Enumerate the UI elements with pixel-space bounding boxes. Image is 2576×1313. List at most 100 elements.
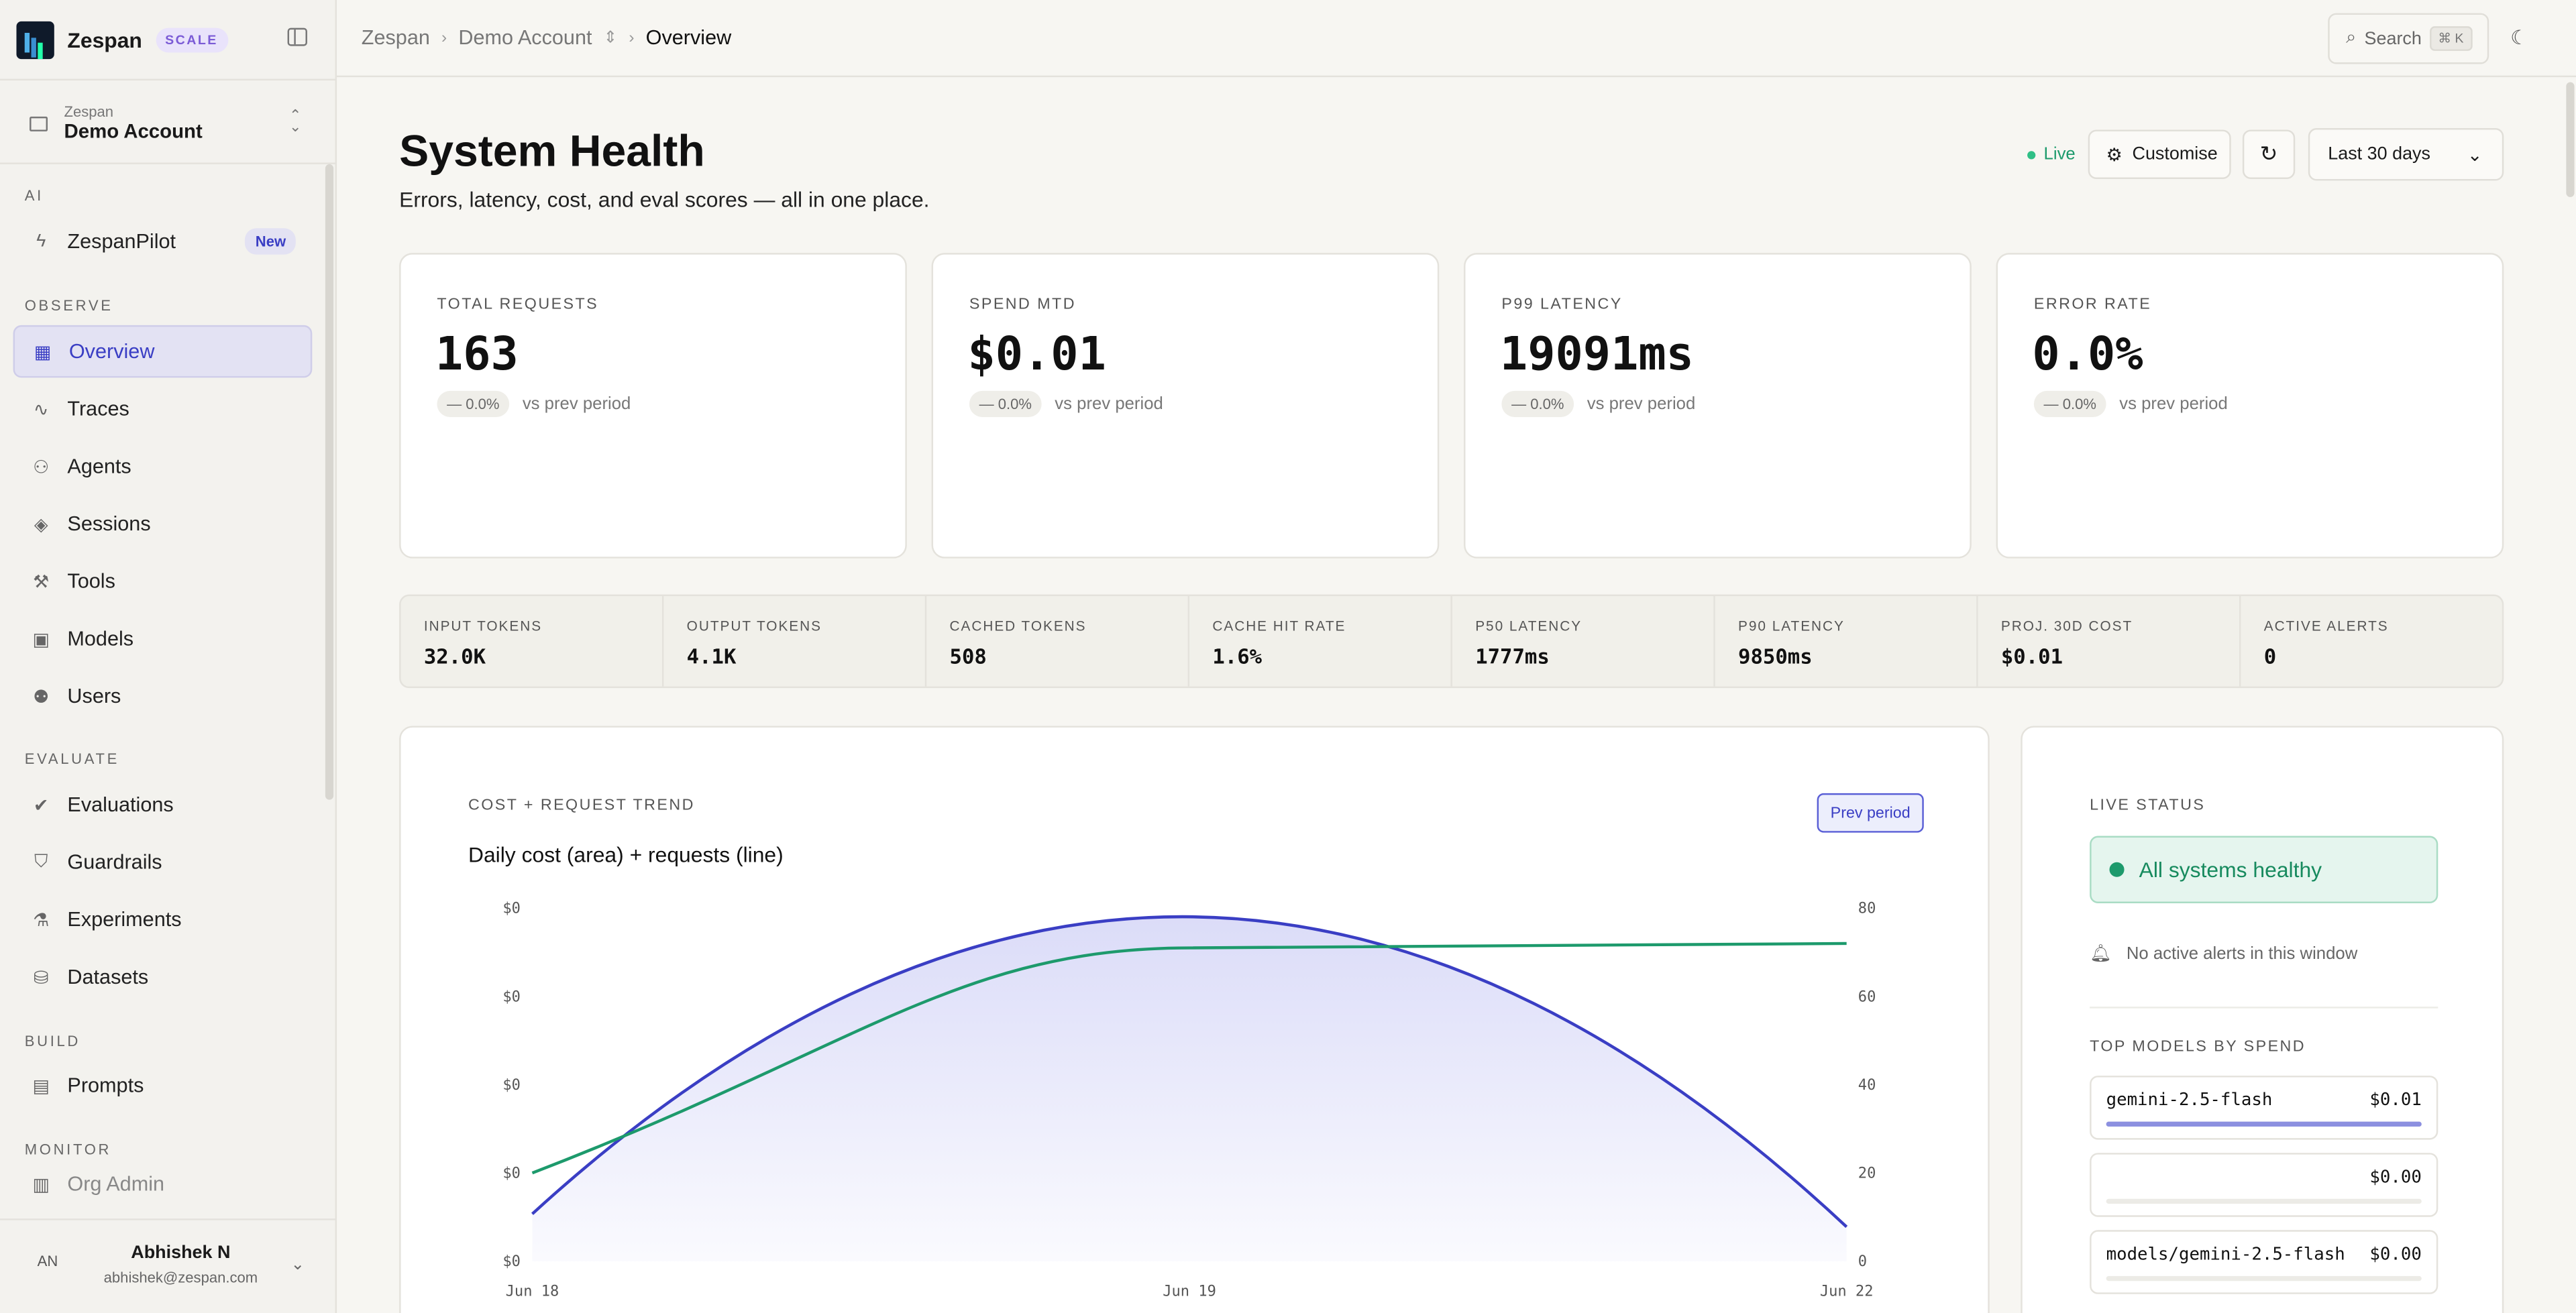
metric-value: 1777ms [1475, 644, 1550, 669]
sidebar-item-label: Models [67, 627, 134, 650]
section-label-evaluate: EVALUATE [24, 750, 120, 767]
section-label-build: BUILD [24, 1033, 81, 1049]
sidebar-scrollbar[interactable] [325, 164, 334, 800]
metric-value: 1.6% [1212, 644, 1263, 669]
section-label-ai: AI [24, 187, 44, 204]
metric-value: 9850ms [1738, 644, 1813, 669]
prev-period-button[interactable]: Prev period [1817, 793, 1924, 833]
metric-value: 0 [2263, 644, 2277, 669]
live-status-card: LIVE STATUS All systems healthy 🔔︎ No ac… [2021, 726, 2504, 1313]
brand-name: Zespan [67, 27, 142, 52]
model-row[interactable]: $0.00 [2090, 1153, 2438, 1217]
metric-label: P50 LATENCY [1475, 617, 1582, 634]
check-icon: ✔ [33, 795, 49, 815]
y-right-tick-label: 60 [1858, 988, 1876, 1005]
model-spend-track [2106, 1121, 2422, 1127]
chevron-down-icon: ⌄ [290, 1256, 305, 1275]
kpi-card-spend-mtd: SPEND MTD $0.01 — 0.0% vs prev period [931, 253, 1440, 559]
live-indicator: Live [2027, 145, 2076, 164]
brand[interactable]: Zespan SCALE [16, 19, 228, 59]
breadcrumb-org[interactable]: Zespan [362, 26, 430, 49]
sidebar-item-label: Sessions [67, 512, 151, 536]
metric-active-alerts: ACTIVE ALERTS 0 [2241, 596, 2502, 687]
sidebar-item-prompts[interactable]: ▤ Prompts [13, 1060, 313, 1112]
chevrons-updown-icon[interactable]: ⇕ [604, 29, 618, 47]
model-cost: $0.00 [2369, 1167, 2422, 1188]
customise-button[interactable]: ⚙ Customise [2088, 129, 2231, 179]
account-switcher[interactable]: Zespan Demo Account ⌃ ⌄ [0, 78, 337, 164]
sidebar-item-sessions[interactable]: ◈ Sessions [13, 498, 313, 550]
alerts-summary: 🔔︎ No active alerts in this window [2090, 943, 2357, 964]
sidebar-item-tools[interactable]: ⚒ Tools [13, 555, 313, 608]
moon-icon[interactable]: ☾ [2510, 26, 2528, 49]
sidebar-item-zespanpilot[interactable]: ϟ ZespanPilot New [13, 215, 313, 268]
section-label-observe: OBSERVE [24, 297, 113, 314]
health-banner: All systems healthy [2090, 836, 2438, 903]
chip-icon: ▣ [32, 630, 50, 650]
search-button[interactable]: ⌕ Search ⌘ K [2328, 13, 2489, 64]
model-spend-track [2106, 1275, 2422, 1281]
delta-pill: — 0.0% [437, 390, 510, 418]
model-row[interactable]: models/gemini-2.5-flash $0.00 [2090, 1230, 2438, 1294]
live-label: Live [2043, 144, 2076, 164]
kpi-card-total-requests: TOTAL REQUESTS 163 — 0.0% vs prev period [399, 253, 907, 559]
model-spend-track [2106, 1198, 2422, 1204]
sidebar-item-org-admin[interactable]: ▥ Org Admin [13, 1158, 313, 1210]
sidebar-item-label: Guardrails [67, 850, 162, 874]
y-left-tick-label: $0 [502, 1165, 521, 1182]
sidebar-collapse-icon[interactable] [287, 27, 307, 46]
trend-chart: $0 $0 $0 $0 $0 80 60 40 20 0 Jun 18 Jun 19 Jun 22 [502, 901, 1876, 1300]
y-right-tick-label: 40 [1858, 1077, 1876, 1094]
sidebar-item-experiments[interactable]: ⚗ Experiments [13, 893, 313, 946]
breadcrumb: Zespan › Demo Account ⇕ › Overview [362, 26, 731, 49]
new-badge: New [246, 228, 296, 255]
breadcrumb-account[interactable]: Demo Account [458, 26, 592, 49]
user-menu[interactable]: AN Abhishek N abhishek@zespan.com ⌄ [0, 1218, 337, 1313]
sidebar-item-models[interactable]: ▣ Models [13, 612, 313, 665]
metric-value: 4.1K [686, 644, 737, 669]
sidebar-item-evaluations[interactable]: ✔ Evaluations [13, 779, 313, 831]
gear-icon: ⚙ [2106, 145, 2123, 166]
breadcrumb-current: Overview [645, 26, 732, 50]
model-name: gemini-2.5-flash [2106, 1090, 2273, 1110]
delta-pill: — 0.0% [969, 390, 1042, 418]
wrench-icon: ⚒ [33, 572, 50, 592]
sidebar-item-datasets[interactable]: ⛁ Datasets [13, 951, 313, 1003]
page-title: System Health [399, 126, 705, 176]
refresh-button[interactable]: ↻ [2242, 129, 2296, 179]
search-label: Search [2364, 28, 2422, 49]
sidebar-item-label: Prompts [67, 1074, 144, 1097]
sidebar-item-agents[interactable]: ⚇ Agents [13, 440, 313, 492]
metric-value: $0.01 [2000, 644, 2063, 669]
sidebar-item-guardrails[interactable]: ⛉ Guardrails [13, 836, 313, 889]
main-scrollbar[interactable] [2566, 82, 2575, 197]
status-section-label: LIVE STATUS [2090, 796, 2206, 815]
model-cost: $0.00 [2369, 1245, 2422, 1265]
metric-p50-latency: P50 LATENCY 1777ms [1452, 595, 1715, 687]
zespan-logo [16, 20, 54, 58]
sidebar-item-overview[interactable]: ▦ Overview [13, 325, 313, 378]
chart-title: Daily cost (area) + requests (line) [468, 842, 784, 868]
avatar: AN [37, 1253, 58, 1270]
delta-pill: — 0.0% [1501, 390, 1574, 418]
top-models-label: TOP MODELS BY SPEND [2090, 1037, 2306, 1056]
metric-cache-hit-rate: CACHE HIT RATE 1.6% [1189, 595, 1452, 687]
y-left-tick-label: $0 [502, 988, 521, 1005]
account-name: Demo Account [64, 119, 203, 144]
sidebar-item-traces[interactable]: ∿ Traces [13, 383, 313, 435]
flask-icon: ⚗ [33, 910, 50, 931]
kpi-label: ERROR RATE [2033, 295, 2152, 314]
date-range-select[interactable]: Last 30 days ⌄ [2308, 128, 2504, 181]
x-tick-label: Jun 18 [506, 1283, 559, 1300]
kpi-delta: — 0.0% vs prev period [969, 390, 1163, 418]
x-tick-label: Jun 19 [1163, 1283, 1216, 1300]
kpi-card-p99-latency: P99 LATENCY 19091ms — 0.0% vs prev perio… [1464, 253, 1972, 559]
model-row[interactable]: gemini-2.5-flash $0.01 [2090, 1076, 2438, 1140]
sidebar-item-label: Traces [67, 397, 129, 420]
sidebar-item-users[interactable]: ⚉ Users [13, 670, 313, 722]
page-subtitle: Errors, latency, cost, and eval scores —… [399, 187, 930, 212]
kpi-delta: — 0.0% vs prev period [437, 390, 631, 418]
y-left-tick-label: $0 [502, 1253, 521, 1270]
kpi-label: SPEND MTD [969, 295, 1076, 314]
metric-value: 508 [949, 644, 987, 669]
